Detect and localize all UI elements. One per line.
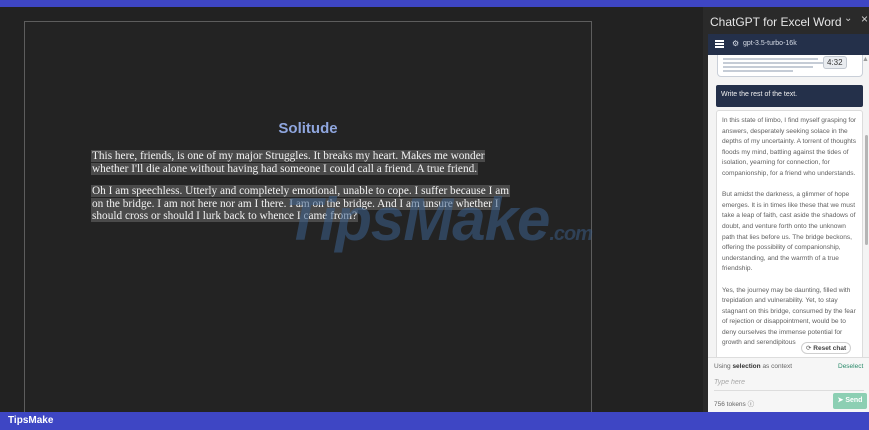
reset-icon: ⟳ [806,345,812,352]
paragraph-2[interactable]: Oh I am speechless. Utterly and complete… [91,185,529,223]
document-canvas: Solitude This here, friends, is one of m… [0,7,703,416]
document-page[interactable]: Solitude This here, friends, is one of m… [24,21,592,416]
addin-header: ⚙ gpt-3.5-turbo-16k [708,34,869,55]
model-settings-icon[interactable]: ⚙ [732,39,739,48]
paragraph-1-line-1: This here, friends, is one of my major S… [91,150,486,162]
paragraph-2-line-2: on the bridge. I am not here nor am I th… [91,197,500,210]
send-icon: ➤ [837,397,844,404]
context-selection: selection [732,363,761,370]
token-count-label: 756 tokens [714,401,746,408]
brand-label: TipsMake [8,415,54,426]
send-label: Send [845,397,863,404]
thumbnail-text-line [723,70,793,72]
composer-footer: Using selection as context Deselect 756 … [708,357,869,412]
response-text: In this state of limbo, I find myself gr… [722,116,857,360]
send-button[interactable]: ➤ Send [833,393,867,409]
chevron-down-icon[interactable]: ⌄ [844,13,852,24]
deselect-link[interactable]: Deselect [838,363,863,370]
reset-chat-label: Reset chat [813,345,847,352]
response-paragraph: In this state of limbo, I find myself gr… [722,117,857,177]
response-paragraph: Yes, the journey may be daunting, filled… [722,286,856,347]
thumbnail-text-line [723,62,823,64]
info-icon: ⓘ [747,401,755,408]
thumbnail-text-line [723,66,813,68]
paragraph-1-line-2: whether I'll die alone without having ha… [91,162,479,175]
response-paragraph: But amidst the darkness, a glimmer of ho… [722,191,856,273]
paragraph-2-line-1: Oh I am speechless. Utterly and complete… [91,185,511,197]
paragraph-2-line-3: should cross or should I lurk back to wh… [91,210,359,222]
menu-icon[interactable] [715,40,724,48]
thumbnail-text-line [723,58,818,60]
model-label[interactable]: gpt-3.5-turbo-16k [743,40,797,47]
scrollbar-thumb[interactable] [865,135,868,245]
user-prompt: Write the rest of the text. [716,85,863,107]
context-prefix: Using [714,363,731,370]
chat-input[interactable] [714,375,864,391]
reset-chat-button[interactable]: ⟳ Reset chat [801,342,852,354]
addin-body: ⚙ gpt-3.5-turbo-16k ▲ 4:32 Write the res… [708,34,869,412]
duration-badge: 4:32 [823,56,847,69]
top-accent-stripe [0,0,869,7]
addin-taskpane: ChatGPT for Excel Word ⌄ × ⚙ gpt-3.5-tur… [703,7,869,412]
scroll-up-icon[interactable]: ▲ [862,56,869,63]
paragraph-1[interactable]: This here, friends, is one of my major S… [91,150,529,175]
taskpane-title: ChatGPT for Excel Word [710,15,842,29]
context-label: Using selection as context [714,363,792,370]
token-count: 756 tokens ⓘ [714,398,754,408]
close-icon[interactable]: × [861,12,868,26]
status-bar: TipsMake [0,412,869,430]
context-suffix: as context [762,363,793,370]
document-title: Solitude [278,120,338,137]
